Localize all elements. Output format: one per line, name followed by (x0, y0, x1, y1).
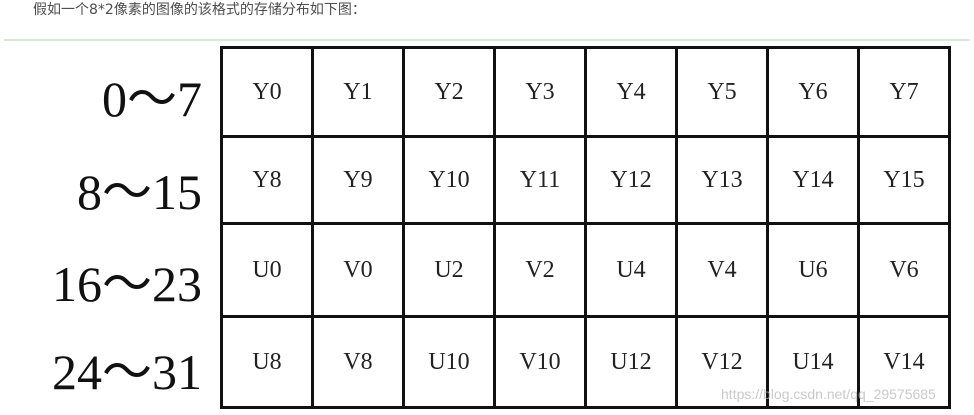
grid-cell: V10 (493, 315, 587, 409)
grid-cell: Y5 (675, 46, 769, 138)
grid-row: Y0 Y1 Y2 Y3 Y4 Y5 Y6 Y7 (220, 46, 951, 138)
grid-row: U0 V0 U2 V2 U4 V4 U6 V6 (220, 222, 951, 318)
row-range-label: 0～7 (102, 71, 202, 127)
grid-cell: Y8 (220, 135, 314, 225)
watermark: https://blog.csdn.net/qq_29575685 (721, 386, 936, 402)
grid-cell: U2 (402, 222, 496, 318)
grid-cell: Y0 (220, 46, 314, 138)
grid-cell: U0 (220, 222, 314, 318)
grid-cell: V8 (311, 315, 405, 409)
grid-cell: Y2 (402, 46, 496, 138)
grid-cell: Y13 (675, 135, 769, 225)
grid-cell: V0 (311, 222, 405, 318)
grid-cell: U12 (584, 315, 678, 409)
grid-cell: V2 (493, 222, 587, 318)
grid-cell: Y12 (584, 135, 678, 225)
grid-cell: V6 (857, 222, 951, 318)
grid-cell: Y3 (493, 46, 587, 138)
grid-row: Y8 Y9 Y10 Y11 Y12 Y13 Y14 Y15 (220, 135, 951, 225)
grid-cell: Y14 (766, 135, 860, 225)
row-range-label: 24～31 (52, 344, 202, 400)
grid-cell: V4 (675, 222, 769, 318)
grid-cell: Y6 (766, 46, 860, 138)
grid-cell: Y4 (584, 46, 678, 138)
grid-cell: U8 (220, 315, 314, 409)
grid-cell: U6 (766, 222, 860, 318)
caption-text: 假如一个8*2像素的图像的该格式的存储分布如下图： (33, 2, 366, 18)
grid-cell: U4 (584, 222, 678, 318)
grid-cell: Y1 (311, 46, 405, 138)
row-range-label: 16～23 (52, 256, 202, 312)
storage-grid: Y0 Y1 Y2 Y3 Y4 Y5 Y6 Y7 Y8 Y9 Y10 Y11 Y12 Y13 Y14 Y15 U0… (220, 46, 951, 409)
grid-cell: Y10 (402, 135, 496, 225)
row-range-label: 8～15 (77, 164, 202, 220)
grid-cell: Y11 (493, 135, 587, 225)
grid-cell: U10 (402, 315, 496, 409)
grid-cell: Y15 (857, 135, 951, 225)
storage-layout-figure: 0～7 8～15 16～23 24～31 Y0 Y1 Y2 Y3 Y4 Y5 Y6 Y7 Y8 Y9 Y1… (0, 41, 974, 415)
grid-cell: Y9 (311, 135, 405, 225)
grid-cell: Y7 (857, 46, 951, 138)
